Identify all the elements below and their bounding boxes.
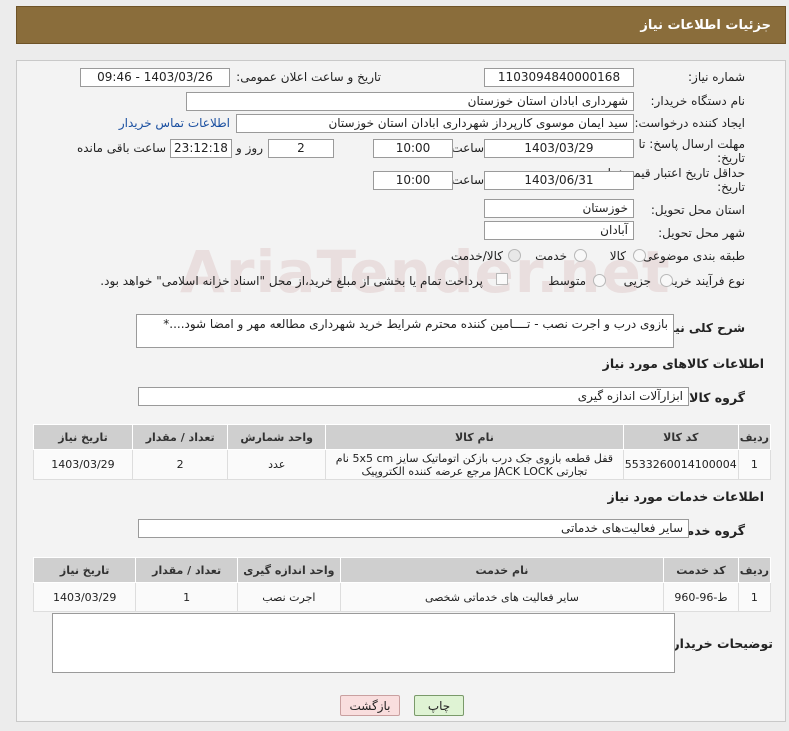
cell-name: قفل قطعه بازوی جک درب بازکن اتوماتیک سای…: [325, 449, 624, 480]
city-field: آبادان: [484, 221, 634, 240]
category-option-service: خدمت: [535, 249, 567, 263]
cell-unit: اجرت نصب: [237, 582, 341, 612]
col-unit: واحد شمارش: [227, 424, 327, 450]
cell-row: 1: [737, 449, 772, 480]
category-option-both: کالا/خدمت: [450, 249, 503, 263]
cell-qty: 2: [131, 449, 229, 480]
buyer-notes-textarea[interactable]: [52, 613, 675, 673]
category-radio-both[interactable]: [508, 249, 521, 262]
validity-time-label: ساعت: [451, 173, 484, 187]
col-date: تاریخ نیاز: [32, 557, 137, 583]
col-qty: تعداد / مقدار: [131, 424, 229, 450]
need-number-field: 1103094840000168: [484, 68, 634, 87]
days-label: روز و: [236, 141, 263, 155]
services-group-field: سایر فعالیت‌های خدماتی: [138, 519, 689, 538]
creator-field: سید ایمان موسوی کارپرداز شهرداری ابادان …: [236, 114, 634, 133]
buyer-notes-label: توضیحات خریدار:: [667, 636, 773, 651]
col-unit: واحد اندازه گیری: [237, 557, 341, 583]
cell-code: ط-96-960: [663, 582, 739, 612]
col-name: نام کالا: [325, 424, 624, 450]
remaining-label: ساعت باقی مانده: [76, 141, 166, 155]
col-date: تاریخ نیاز: [33, 424, 133, 450]
creator-label: ایجاد کننده درخواست:: [634, 116, 745, 130]
cell-qty: 1: [135, 582, 239, 612]
services-table: ردیف کد خدمت نام خدمت واحد اندازه گیری ت…: [32, 557, 772, 612]
announce-field: 1403/03/26 - 09:46: [80, 68, 230, 87]
city-label: شهر محل تحویل:: [658, 226, 745, 240]
buyer-field: شهرداری ابادان استان خوزستان: [186, 92, 634, 111]
col-code: کد کالا: [622, 424, 739, 450]
process-option-minor: جزیی: [623, 274, 651, 288]
table-row: 1 5533260014100004 قفل قطعه بازوی جک درب…: [33, 449, 772, 480]
cell-row: 1: [737, 582, 772, 612]
treasury-checkbox[interactable]: [496, 273, 508, 285]
print-button[interactable]: چاپ: [414, 695, 464, 716]
description-textarea[interactable]: بازوی درب و اجرت نصب - تــــامین کننده م…: [136, 314, 674, 348]
goods-group-field: ابزارآلات اندازه گیری: [138, 387, 689, 406]
col-code: کد خدمت: [663, 557, 739, 583]
deadline-date-field: 1403/03/29: [484, 139, 634, 158]
need-number-label: شماره نیاز:: [688, 70, 745, 84]
announce-label: تاریخ و ساعت اعلان عمومی:: [236, 70, 381, 84]
deadline-time-field: 10:00: [373, 139, 453, 158]
buyer-contact-link[interactable]: اطلاعات تماس خریدار: [119, 116, 230, 130]
watermark-logo: AriaTender.net: [180, 238, 671, 306]
buyer-label: نام دستگاه خریدار:: [650, 94, 746, 108]
cell-name-line1: قفل قطعه بازوی جک درب بازکن اتوماتیک سای…: [335, 451, 614, 465]
col-qty: تعداد / مقدار: [135, 557, 239, 583]
deadline-label: مهلت ارسال پاسخ: تا تاریخ:: [638, 137, 745, 165]
deadline-time-label: ساعت: [451, 141, 484, 155]
category-label: طبقه بندی موضوعی:: [638, 249, 745, 263]
category-option-goods: کالا: [609, 249, 626, 263]
table-row: 1 ط-96-960 سایر فعالیت های خدماتی شخصی ا…: [32, 582, 772, 612]
validity-time-field: 10:00: [373, 171, 453, 190]
cell-code: 5533260014100004: [622, 449, 739, 480]
category-radio-service[interactable]: [574, 249, 587, 262]
process-option-medium: متوسط: [548, 274, 586, 288]
process-radio-medium[interactable]: [593, 274, 606, 287]
cell-date: 1403/03/29: [32, 582, 137, 612]
col-name: نام خدمت: [339, 557, 665, 583]
goods-group-label: گروه کالا:: [684, 390, 745, 405]
cell-name: سایر فعالیت های خدماتی شخصی: [339, 582, 665, 612]
category-radio-goods[interactable]: [633, 249, 646, 262]
page-title: جزئیات اطلاعات نیاز: [640, 18, 771, 33]
services-section-title: اطلاعات خدمات مورد نیاز: [607, 489, 765, 504]
days-field: 2: [268, 139, 334, 158]
province-field: خوزستان: [484, 199, 634, 218]
process-radio-minor[interactable]: [660, 274, 673, 287]
back-button[interactable]: بازگشت: [340, 695, 400, 716]
remaining-time-field: 23:12:18: [170, 139, 232, 158]
cell-unit: عدد: [227, 449, 327, 480]
province-label: استان محل تحویل:: [650, 203, 745, 217]
cell-date: 1403/03/29: [33, 449, 133, 480]
cell-name-line2: تجارتی JACK LOCK مرجع عرضه کننده الکتروپ…: [361, 464, 588, 478]
page-header: جزئیات اطلاعات نیاز: [16, 6, 786, 44]
col-row: ردیف: [737, 424, 772, 450]
validity-date-field: 1403/06/31: [484, 171, 634, 190]
goods-section-title: اطلاعات کالاهای مورد نیاز: [602, 356, 764, 371]
goods-table: ردیف کد کالا نام کالا واحد شمارش تعداد /…: [33, 424, 772, 480]
col-row: ردیف: [737, 557, 772, 583]
payment-note: پرداخت تمام یا بخشی از مبلغ خرید،از محل …: [100, 274, 483, 288]
